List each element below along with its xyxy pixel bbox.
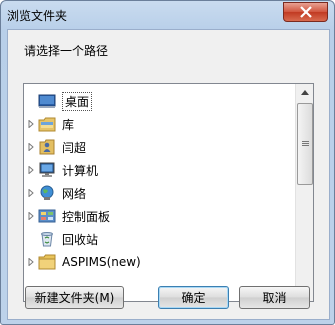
- tree-item-label: 计算机: [62, 163, 99, 178]
- tree-item-label: 回收站: [62, 232, 99, 247]
- new-folder-button[interactable]: 新建文件夹(M): [25, 286, 124, 309]
- tree-item-label: 控制面板: [62, 209, 111, 224]
- tree-item-label: 闫超: [62, 140, 87, 155]
- grip-icon: [301, 141, 309, 146]
- browse-folder-dialog: 浏览文件夹 请选择一个路径 桌面 库 闫超 计算机 网络 控制面板 回收站 AS…: [0, 0, 335, 325]
- expand-arrow-icon[interactable]: [24, 258, 38, 266]
- tree-item-recycle-bin[interactable]: 回收站: [24, 229, 289, 249]
- window-title: 浏览文件夹: [7, 9, 68, 23]
- tree-item-label: 库: [62, 117, 75, 132]
- expand-arrow-icon[interactable]: [24, 166, 38, 174]
- desktop-icon: [38, 93, 56, 109]
- title-bar[interactable]: 浏览文件夹: [1, 1, 334, 29]
- expand-arrow-icon[interactable]: [24, 189, 38, 197]
- tree-item-user[interactable]: 闫超: [24, 137, 289, 157]
- expand-arrow-icon[interactable]: [24, 212, 38, 220]
- folder-icon: [38, 254, 56, 270]
- expand-arrow-icon[interactable]: [24, 143, 38, 151]
- network-icon: [38, 185, 56, 201]
- tree-item-computer[interactable]: 计算机: [24, 160, 289, 180]
- ok-button[interactable]: 确定: [158, 286, 229, 309]
- tree-item-network[interactable]: 网络: [24, 183, 289, 203]
- scroll-up-button[interactable]: [296, 84, 313, 101]
- tree-scrollbar[interactable]: [295, 84, 313, 301]
- tree-item-label: 桌面: [62, 91, 93, 111]
- tree-item-library[interactable]: 库: [24, 114, 289, 134]
- tree-item-control-panel[interactable]: 控制面板: [24, 206, 289, 226]
- folder-tree[interactable]: 桌面 库 闫超 计算机 网络 控制面板 回收站 ASPIMS(new): [23, 83, 314, 302]
- computer-icon: [38, 162, 56, 178]
- control-panel-icon: [38, 208, 56, 224]
- close-icon: [299, 6, 312, 18]
- prompt-text: 请选择一个路径: [24, 44, 109, 58]
- tree-item-aspims[interactable]: ASPIMS(new): [24, 252, 289, 272]
- close-button[interactable]: [283, 2, 328, 22]
- expand-arrow-icon[interactable]: [24, 120, 38, 128]
- tree-item-label: ASPIMS(new): [62, 255, 141, 269]
- recycle-bin-icon: [38, 231, 56, 247]
- user-folder-icon: [38, 139, 56, 155]
- scroll-up-arrow-icon: [300, 90, 309, 95]
- scroll-thumb[interactable]: [297, 103, 313, 185]
- cancel-button[interactable]: 取消: [239, 286, 310, 309]
- library-folder-icon: [38, 116, 56, 132]
- tree-item-desktop[interactable]: 桌面: [24, 91, 289, 111]
- dialog-body: 请选择一个路径 桌面 库 闫超 计算机 网络 控制面板 回收站 ASPIMS(n…: [7, 29, 330, 320]
- tree-item-label: 网络: [62, 186, 87, 201]
